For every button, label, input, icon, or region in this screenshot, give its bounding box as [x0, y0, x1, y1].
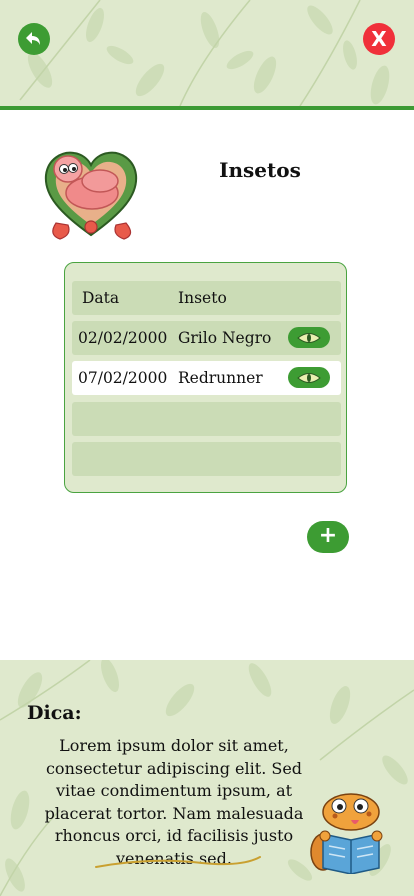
row-date: 07/02/2000 [78, 369, 168, 387]
table-row[interactable]: 07/02/2000 Redrunner [72, 361, 341, 395]
add-button[interactable]: + [307, 521, 349, 553]
tip-text: Lorem ipsum dolor sit amet, consectetur … [44, 736, 304, 868]
table-row[interactable]: 02/02/2000 Grilo Negro [72, 321, 341, 355]
empty-row [72, 442, 341, 476]
row-insect: Redrunner [178, 369, 263, 387]
column-header-insect: Inseto [178, 289, 227, 307]
eye-icon [297, 372, 321, 383]
row-date: 02/02/2000 [78, 329, 168, 347]
empty-row [72, 402, 341, 436]
top-leaf-banner [0, 0, 414, 106]
plus-icon: + [318, 523, 338, 548]
view-button[interactable] [288, 367, 330, 388]
view-button[interactable] [288, 327, 330, 348]
eye-icon [297, 332, 321, 343]
close-icon: X [371, 27, 387, 51]
page-title: Insetos [219, 158, 301, 182]
table-header: Data Inseto [72, 281, 341, 315]
gecko-reading-illustration [310, 793, 383, 874]
arrow-back-icon [26, 32, 40, 45]
leaf-pattern [19, 0, 390, 106]
back-button[interactable] [18, 23, 50, 55]
close-button[interactable]: X [363, 23, 395, 55]
tip-label: Dica: [27, 702, 82, 724]
insects-table: Data Inseto 02/02/2000 Grilo Negro 07/02… [64, 262, 347, 493]
header-divider [0, 106, 414, 110]
column-header-date: Data [82, 289, 120, 307]
row-insect: Grilo Negro [178, 329, 272, 347]
worm-heart-illustration [44, 151, 138, 240]
decorative-underline [95, 856, 261, 868]
